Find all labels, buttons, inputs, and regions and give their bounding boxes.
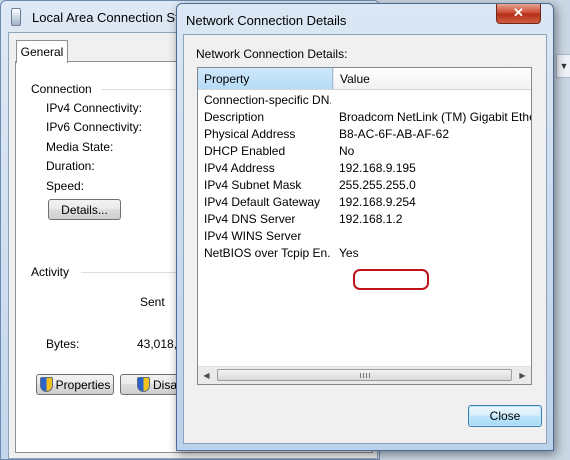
speed-label: Speed:	[46, 179, 85, 193]
list-row[interactable]: Description Broadcom NetLink (TM) Gigabit…	[198, 109, 531, 126]
properties-button[interactable]: Properties	[36, 374, 114, 395]
list-row[interactable]: Physical Address B8-AC-6F-AB-AF-62	[198, 126, 531, 143]
row-property: IPv4 DNS Server	[204, 212, 296, 226]
sent-label: Sent	[140, 295, 165, 309]
ipv4-connectivity-label: IPv4 Connectivity:	[46, 101, 143, 115]
row-property: NetBIOS over Tcpip En...	[204, 246, 331, 260]
media-state-label: Media State:	[46, 140, 114, 154]
list-row-dns-server[interactable]: IPv4 DNS Server 192.168.1.2	[198, 211, 531, 228]
details-list[interactable]: Property Value Connection-specific DN...…	[197, 67, 532, 385]
list-row[interactable]: Connection-specific DN...	[198, 92, 531, 109]
grip-icon	[360, 373, 370, 378]
row-property: IPv4 Default Gateway	[204, 195, 321, 209]
row-property: Connection-specific DN...	[204, 93, 331, 107]
row-value: Broadcom NetLink (TM) Gigabit Ethernet	[339, 110, 531, 124]
row-property: IPv4 WINS Server	[204, 229, 302, 243]
column-header-property[interactable]: Property	[198, 68, 333, 90]
list-row[interactable]: IPv4 Default Gateway 192.168.9.254	[198, 194, 531, 211]
close-icon[interactable]: ✕	[496, 4, 541, 24]
ipv6-connectivity-label: IPv6 Connectivity:	[46, 120, 143, 134]
activity-group-label: Activity	[31, 265, 70, 279]
chevron-down-icon[interactable]: ▼	[556, 54, 570, 78]
details-heading: Network Connection Details:	[196, 47, 348, 61]
scroll-left-arrow-icon[interactable]: ◀	[198, 367, 215, 384]
row-value: Yes	[339, 246, 359, 260]
column-header-value[interactable]: Value	[333, 68, 531, 90]
row-value: No	[339, 144, 355, 158]
uac-shield-icon	[137, 377, 150, 392]
list-row[interactable]: NetBIOS over Tcpip En... Yes	[198, 245, 531, 262]
connection-group-label: Connection	[31, 82, 92, 96]
row-property: IPv4 Subnet Mask	[204, 178, 302, 192]
dialog-title: Network Connection Details	[186, 13, 347, 28]
close-button[interactable]: Close	[468, 405, 542, 427]
list-row[interactable]: IPv4 Address 192.168.9.195	[198, 160, 531, 177]
list-row[interactable]: DHCP Enabled No	[198, 143, 531, 160]
list-row[interactable]: IPv4 WINS Server	[198, 228, 531, 245]
scrollbar-thumb[interactable]	[217, 369, 512, 381]
duration-label: Duration:	[46, 159, 95, 173]
row-value: 255.255.255.0	[339, 178, 416, 192]
dialog-client-area: Network Connection Details: Property Val…	[183, 34, 547, 444]
row-value: 192.168.9.254	[339, 195, 416, 209]
row-property: DHCP Enabled	[204, 144, 286, 158]
horizontal-scrollbar[interactable]: ◀ ▶	[198, 366, 531, 384]
network-connection-details-dialog: Network Connection Details ✕ Network Con…	[176, 3, 554, 451]
tab-general[interactable]: General	[16, 40, 68, 63]
row-property: Description	[204, 110, 265, 124]
row-property: Physical Address	[204, 127, 296, 141]
uac-shield-icon	[39, 377, 53, 392]
network-adapter-icon	[11, 8, 21, 26]
properties-button-label: Properties	[55, 378, 111, 392]
row-value: B8-AC-6F-AB-AF-62	[339, 127, 450, 141]
dns-highlight-annotation	[353, 269, 429, 290]
row-value: 192.168.1.2	[339, 212, 403, 226]
row-property: IPv4 Address	[204, 161, 275, 175]
list-rows: Connection-specific DN... Description Bro…	[198, 92, 531, 262]
row-value: 192.168.9.195	[339, 161, 416, 175]
bytes-label: Bytes:	[46, 337, 80, 351]
details-button[interactable]: Details...	[48, 199, 121, 220]
list-header: Property Value	[198, 68, 531, 90]
scroll-right-arrow-icon[interactable]: ▶	[514, 367, 531, 384]
list-row[interactable]: IPv4 Subnet Mask 255.255.255.0	[198, 177, 531, 194]
